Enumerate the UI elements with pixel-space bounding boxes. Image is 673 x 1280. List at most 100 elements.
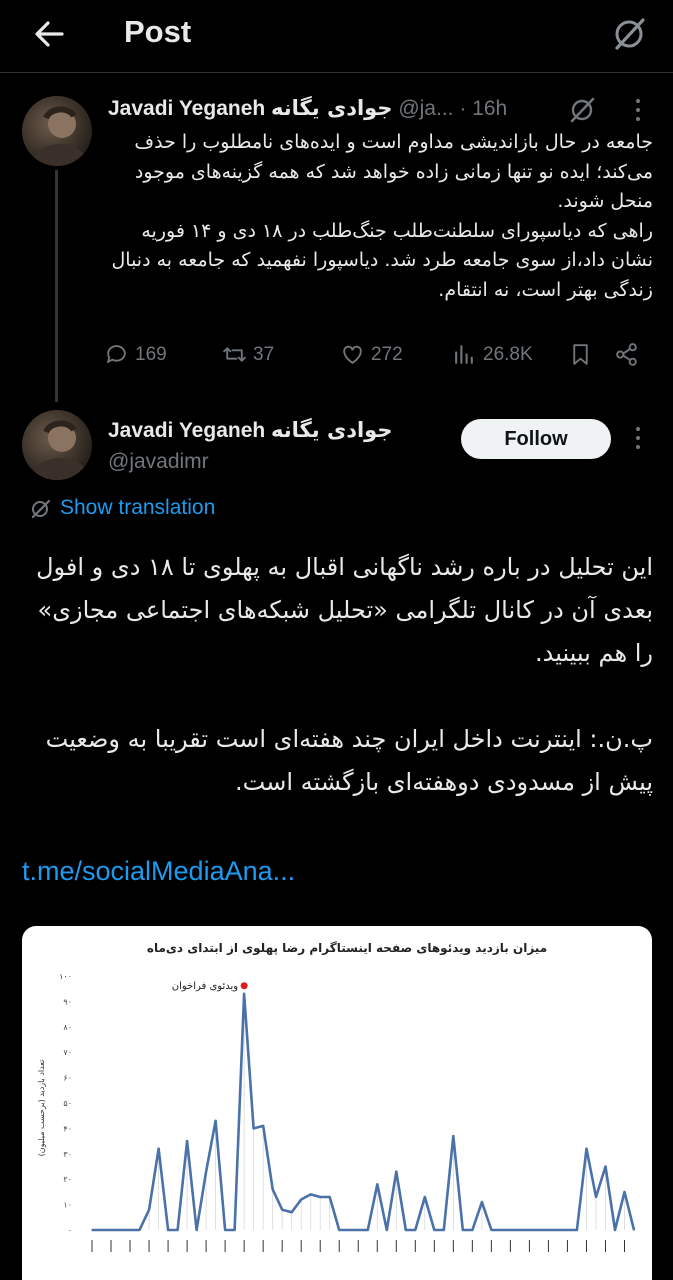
- data-point: [233, 1229, 236, 1231]
- series-line: [92, 992, 636, 1232]
- y-tick-label: ۰: [68, 1226, 72, 1235]
- display-name-fa[interactable]: جوادی یگانه: [271, 96, 392, 120]
- tweet1-actions: 169 37 272 26.8K: [104, 342, 644, 378]
- timestamp[interactable]: · 16h: [459, 97, 507, 120]
- follow-button[interactable]: Follow: [461, 419, 611, 459]
- data-point: [366, 1229, 369, 1231]
- show-translation-link[interactable]: Show translation: [30, 496, 215, 520]
- peak-marker: [240, 982, 248, 990]
- chart-points: [91, 992, 635, 1231]
- reply-icon: [106, 345, 126, 364]
- data-point: [319, 1196, 322, 1198]
- data-point: [481, 1201, 483, 1203]
- data-point: [281, 1208, 283, 1211]
- data-point: [338, 1229, 341, 1231]
- top-bar: Post: [0, 0, 673, 73]
- handle[interactable]: @javadimr: [108, 450, 209, 474]
- show-translation-label: Show translation: [60, 496, 216, 519]
- data-point: [205, 1170, 207, 1173]
- avatar[interactable]: [22, 410, 92, 480]
- share-button[interactable]: [614, 342, 639, 367]
- data-point: [385, 1229, 388, 1231]
- data-point: [148, 1208, 150, 1211]
- bookmark-icon: [573, 344, 588, 365]
- data-point: [566, 1229, 569, 1231]
- data-point: [414, 1229, 417, 1231]
- data-point: [576, 1229, 578, 1231]
- grok-icon[interactable]: [568, 94, 598, 129]
- tweet1-text: جامعه در حال بازاندیشی مداوم است و ایده‌…: [111, 131, 653, 301]
- data-point: [271, 1188, 274, 1191]
- data-point: [452, 1135, 455, 1137]
- data-point: [214, 1119, 217, 1122]
- data-point: [300, 1198, 302, 1201]
- chart-image[interactable]: میزان بازدید ویدئوهای صفحه اینستاگرام رض…: [22, 926, 652, 1280]
- y-tick-label: ۹۰: [63, 997, 72, 1006]
- bookmark-button[interactable]: [568, 342, 593, 367]
- reply-count: 169: [135, 343, 167, 365]
- data-point: [290, 1211, 293, 1214]
- display-name-fa[interactable]: جوادی یگانه: [271, 418, 392, 442]
- data-point: [186, 1140, 188, 1142]
- data-point: [595, 1196, 597, 1198]
- display-name[interactable]: Javadi Yeganeh: [108, 97, 265, 120]
- views-icon: [455, 345, 473, 364]
- back-arrow-icon[interactable]: [30, 14, 70, 54]
- y-tick-label: ۷۰: [63, 1048, 72, 1057]
- data-point: [110, 1229, 112, 1231]
- data-point: [91, 1229, 93, 1231]
- data-point: [167, 1229, 169, 1231]
- data-point: [176, 1229, 179, 1231]
- data-point: [309, 1193, 312, 1196]
- avatar[interactable]: [22, 96, 92, 166]
- repost-count: 37: [253, 343, 275, 365]
- y-axis-ticks: ۰ ۱۰ ۲۰ ۳۰ ۴۰ ۵۰ ۶۰ ۷۰ ۸۰ ۹۰ ۱۰۰: [59, 972, 72, 1235]
- display-name[interactable]: Javadi Yeganeh: [108, 419, 265, 442]
- y-tick-label: ۵۰: [63, 1099, 72, 1108]
- data-point: [129, 1229, 131, 1231]
- data-point: [195, 1229, 198, 1231]
- repost-button[interactable]: 37: [222, 342, 274, 367]
- y-tick-label: ۶۰: [63, 1074, 72, 1083]
- y-tick-label: ۱۰۰: [59, 972, 72, 981]
- x-axis-ticks: [91, 1240, 625, 1252]
- grok-icon: [31, 499, 51, 519]
- views-button[interactable]: 26.8K: [452, 342, 533, 367]
- data-point: [119, 1229, 122, 1231]
- data-point: [443, 1229, 445, 1231]
- y-tick-label: ۸۰: [63, 1023, 72, 1032]
- more-options-icon[interactable]: [634, 427, 642, 453]
- more-options-icon[interactable]: [634, 99, 642, 125]
- data-point: [252, 1127, 255, 1130]
- like-count: 272: [371, 343, 403, 365]
- data-point: [500, 1229, 502, 1231]
- data-point: [100, 1229, 103, 1231]
- handle[interactable]: @ja...: [398, 97, 453, 120]
- data-point: [328, 1196, 331, 1198]
- data-point: [433, 1229, 436, 1231]
- y-tick-label: ۴۰: [63, 1124, 72, 1133]
- reply-button[interactable]: 169: [104, 342, 167, 367]
- thread-line: [55, 170, 58, 402]
- like-button[interactable]: 272: [340, 342, 403, 367]
- tweet2-text: این تحلیل در باره رشد ناگهانی اقبال به پ…: [36, 553, 653, 796]
- repost-icon: [223, 347, 246, 362]
- heart-icon: [343, 345, 362, 364]
- views-count: 26.8K: [483, 343, 533, 365]
- page-title: Post: [124, 14, 192, 49]
- data-point: [557, 1229, 559, 1231]
- data-point: [462, 1229, 464, 1231]
- telegram-link[interactable]: t.me/socialMediaAna...: [22, 856, 295, 887]
- y-tick-label: ۳۰: [63, 1150, 72, 1159]
- data-point: [623, 1191, 626, 1193]
- grok-icon[interactable]: [611, 14, 649, 52]
- data-point: [157, 1147, 160, 1150]
- chart-ylabel: تعداد بازدید (برحسب میلیون): [37, 1060, 46, 1157]
- data-point: [357, 1229, 360, 1231]
- data-point: [395, 1170, 398, 1173]
- data-point: [243, 992, 245, 995]
- y-tick-label: ۱۰: [63, 1201, 72, 1210]
- data-point: [404, 1229, 407, 1231]
- data-point: [547, 1229, 550, 1231]
- data-point: [376, 1183, 379, 1186]
